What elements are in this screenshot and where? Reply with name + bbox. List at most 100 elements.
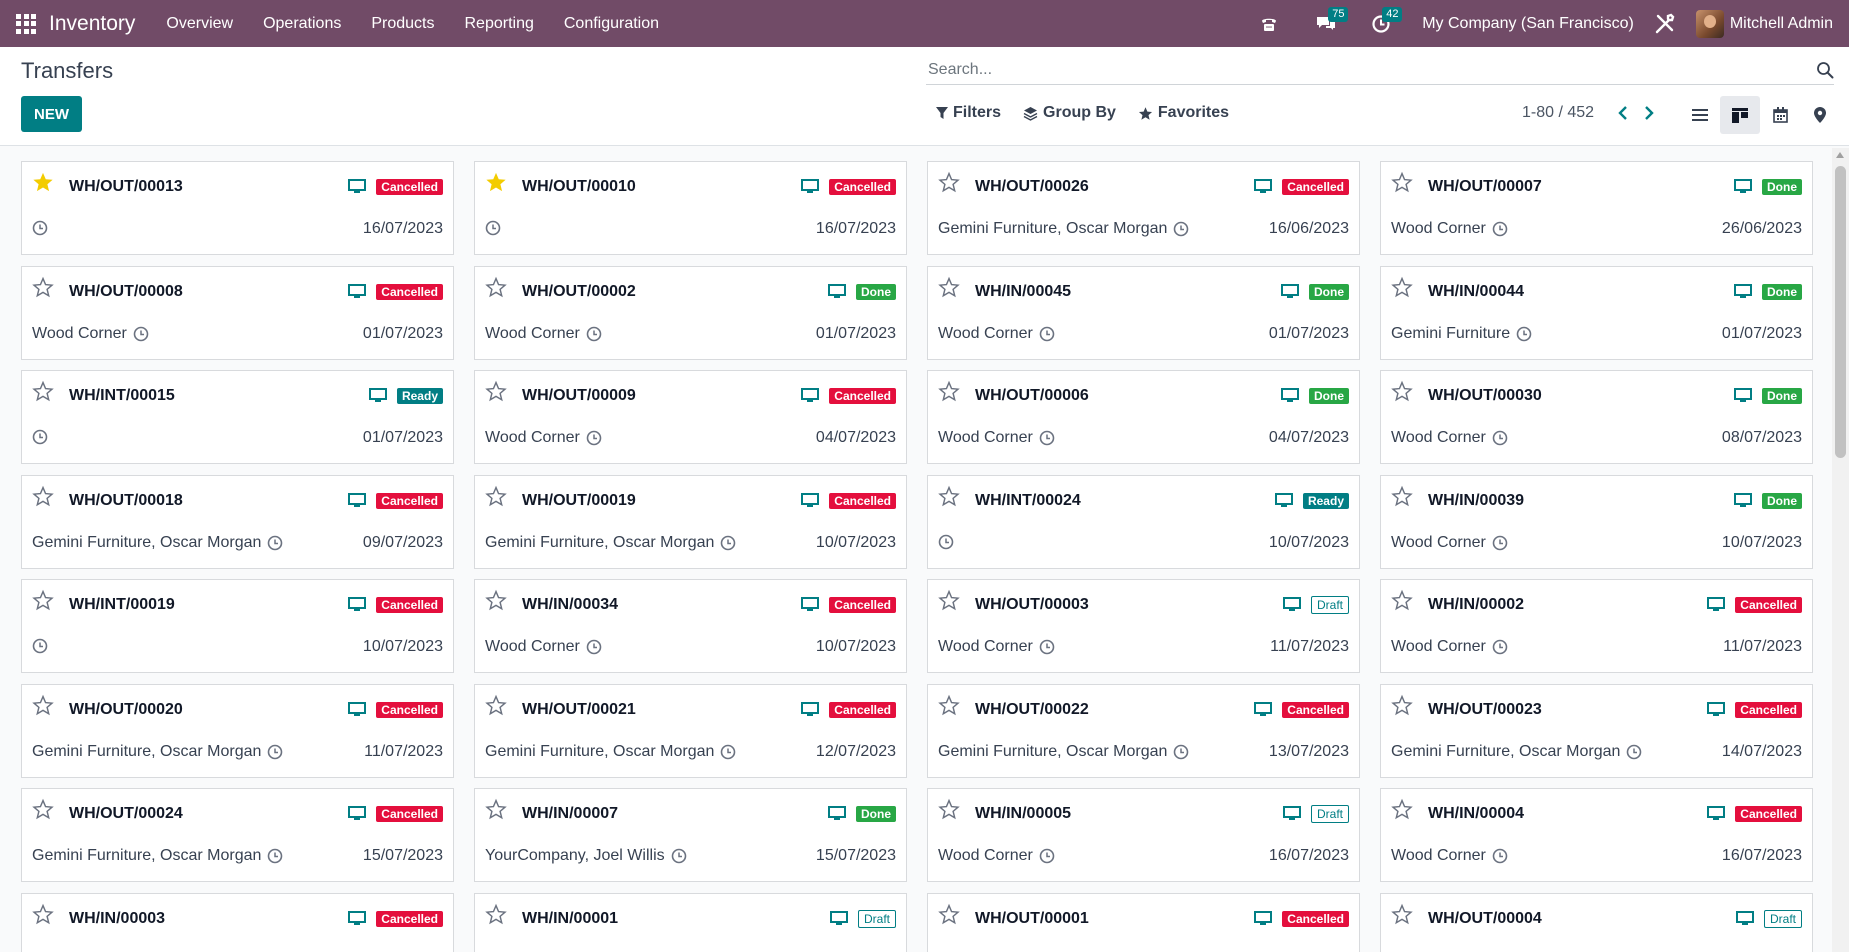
map-view-icon[interactable] (1800, 96, 1840, 134)
star-outline-icon[interactable] (485, 485, 507, 512)
menu-products[interactable]: Products (356, 0, 449, 47)
transfer-card[interactable]: WH/OUT/00003 Draft Wood Corner 11/07/2023 (927, 579, 1360, 673)
activity-clock-icon[interactable] (1492, 430, 1508, 446)
scrollbar-thumb[interactable] (1835, 166, 1846, 458)
kanban-view-icon[interactable] (1720, 96, 1760, 134)
star-filled-icon[interactable] (32, 171, 54, 198)
transfer-card[interactable]: WH/OUT/00026 Cancelled Gemini Furniture, O… (927, 161, 1360, 255)
star-outline-icon[interactable] (1391, 276, 1413, 303)
transfer-card[interactable]: WH/IN/00039 Done Wood Corner 10/07/2023 (1380, 475, 1813, 569)
star-outline-icon[interactable] (32, 589, 54, 616)
search-icon[interactable] (1816, 61, 1834, 84)
activity-clock-icon[interactable] (1516, 326, 1532, 342)
transfer-card[interactable]: WH/IN/00003 Cancelled (21, 893, 454, 952)
pager-previous-icon[interactable] (1610, 106, 1636, 120)
filters-button[interactable]: Filters (936, 104, 1001, 122)
app-name[interactable]: Inventory (49, 12, 135, 36)
activity-clock-icon[interactable] (32, 429, 48, 445)
star-outline-icon[interactable] (938, 380, 960, 407)
activity-clock-icon[interactable] (1173, 221, 1189, 237)
transfer-card[interactable]: WH/IN/00045 Done Wood Corner 01/07/2023 (927, 266, 1360, 360)
activity-clock-icon[interactable] (1173, 744, 1189, 760)
star-outline-icon[interactable] (938, 798, 960, 825)
transfer-card[interactable]: WH/INT/00019 Cancelled 10/07/2023 (21, 579, 454, 673)
vertical-scrollbar[interactable] (1832, 148, 1849, 952)
transfer-card[interactable]: WH/OUT/00030 Done Wood Corner 08/07/2023 (1380, 370, 1813, 464)
activities-icon[interactable]: 42 (1356, 0, 1406, 47)
search-input[interactable] (926, 57, 1786, 83)
star-outline-icon[interactable] (938, 694, 960, 721)
apps-menu-icon[interactable] (16, 13, 36, 34)
star-outline-icon[interactable] (32, 380, 54, 407)
transfer-card[interactable]: WH/OUT/00018 Cancelled Gemini Furniture, O… (21, 475, 454, 569)
star-outline-icon[interactable] (938, 171, 960, 198)
pager-next-icon[interactable] (1636, 106, 1662, 120)
transfer-card[interactable]: WH/OUT/00001 Cancelled (927, 893, 1360, 952)
transfer-card[interactable]: WH/OUT/00006 Done Wood Corner 04/07/2023 (927, 370, 1360, 464)
activity-clock-icon[interactable] (1492, 639, 1508, 655)
star-outline-icon[interactable] (1391, 903, 1413, 930)
transfer-card[interactable]: WH/OUT/00004 Draft (1380, 893, 1813, 952)
activity-clock-icon[interactable] (671, 848, 687, 864)
list-view-icon[interactable] (1680, 96, 1720, 134)
activity-clock-icon[interactable] (586, 639, 602, 655)
menu-operations[interactable]: Operations (248, 0, 356, 47)
activity-clock-icon[interactable] (1039, 326, 1055, 342)
transfer-card[interactable]: WH/OUT/00002 Done Wood Corner 01/07/2023 (474, 266, 907, 360)
star-outline-icon[interactable] (1391, 798, 1413, 825)
star-outline-icon[interactable] (32, 694, 54, 721)
transfer-card[interactable]: WH/IN/00002 Cancelled Wood Corner 11/07/202… (1380, 579, 1813, 673)
transfer-card[interactable]: WH/OUT/00022 Cancelled Gemini Furniture, O… (927, 684, 1360, 778)
star-outline-icon[interactable] (1391, 171, 1413, 198)
activity-clock-icon[interactable] (267, 744, 283, 760)
activity-clock-icon[interactable] (133, 326, 149, 342)
new-button[interactable]: NEW (21, 96, 82, 132)
menu-overview[interactable]: Overview (151, 0, 248, 47)
transfer-card[interactable]: WH/INT/00024 Ready 10/07/2023 (927, 475, 1360, 569)
activity-clock-icon[interactable] (1039, 848, 1055, 864)
activity-clock-icon[interactable] (32, 638, 48, 654)
transfer-card[interactable]: WH/OUT/00019 Cancelled Gemini Furniture, O… (474, 475, 907, 569)
star-outline-icon[interactable] (32, 485, 54, 512)
company-switcher[interactable]: My Company (San Francisco) (1422, 15, 1634, 33)
star-outline-icon[interactable] (938, 589, 960, 616)
activity-clock-icon[interactable] (1492, 221, 1508, 237)
scroll-up-arrow[interactable] (1836, 152, 1844, 158)
activity-clock-icon[interactable] (267, 535, 283, 551)
activity-clock-icon[interactable] (32, 220, 48, 236)
star-outline-icon[interactable] (32, 903, 54, 930)
star-outline-icon[interactable] (32, 798, 54, 825)
messages-icon[interactable]: 75 (1302, 0, 1350, 47)
activity-clock-icon[interactable] (1039, 639, 1055, 655)
star-filled-icon[interactable] (485, 171, 507, 198)
user-menu[interactable]: Mitchell Admin (1695, 9, 1833, 38)
transfer-card[interactable]: WH/OUT/00008 Cancelled Wood Corner 01/07/20… (21, 266, 454, 360)
activity-clock-icon[interactable] (720, 535, 736, 551)
transfer-card[interactable]: WH/OUT/00013 Cancelled 16/07/2023 (21, 161, 454, 255)
activity-clock-icon[interactable] (1492, 535, 1508, 551)
activity-clock-icon[interactable] (1626, 744, 1642, 760)
transfer-card[interactable]: WH/IN/00001 Draft (474, 893, 907, 952)
activity-clock-icon[interactable] (586, 430, 602, 446)
transfer-card[interactable]: WH/IN/00007 Done YourCompany, Joel Willis 1… (474, 788, 907, 882)
star-outline-icon[interactable] (485, 380, 507, 407)
transfer-card[interactable]: WH/OUT/00007 Done Wood Corner 26/06/2023 (1380, 161, 1813, 255)
transfer-card[interactable]: WH/IN/00004 Cancelled Wood Corner 16/07/202… (1380, 788, 1813, 882)
star-outline-icon[interactable] (938, 485, 960, 512)
group-by-button[interactable]: Group By (1023, 104, 1116, 122)
star-outline-icon[interactable] (1391, 589, 1413, 616)
activity-clock-icon[interactable] (938, 534, 954, 550)
transfer-card[interactable]: WH/IN/00005 Draft Wood Corner 16/07/2023 (927, 788, 1360, 882)
activity-clock-icon[interactable] (485, 220, 501, 236)
favorites-button[interactable]: Favorites (1138, 104, 1229, 122)
activity-clock-icon[interactable] (1492, 848, 1508, 864)
star-outline-icon[interactable] (485, 589, 507, 616)
star-outline-icon[interactable] (485, 798, 507, 825)
star-outline-icon[interactable] (938, 903, 960, 930)
menu-configuration[interactable]: Configuration (549, 0, 674, 47)
phone-icon[interactable] (1254, 0, 1284, 47)
transfer-card[interactable]: WH/OUT/00021 Cancelled Gemini Furniture, O… (474, 684, 907, 778)
star-outline-icon[interactable] (485, 276, 507, 303)
transfer-card[interactable]: WH/OUT/00009 Cancelled Wood Corner 04/07/20… (474, 370, 907, 464)
transfer-card[interactable]: WH/OUT/00010 Cancelled 16/07/2023 (474, 161, 907, 255)
